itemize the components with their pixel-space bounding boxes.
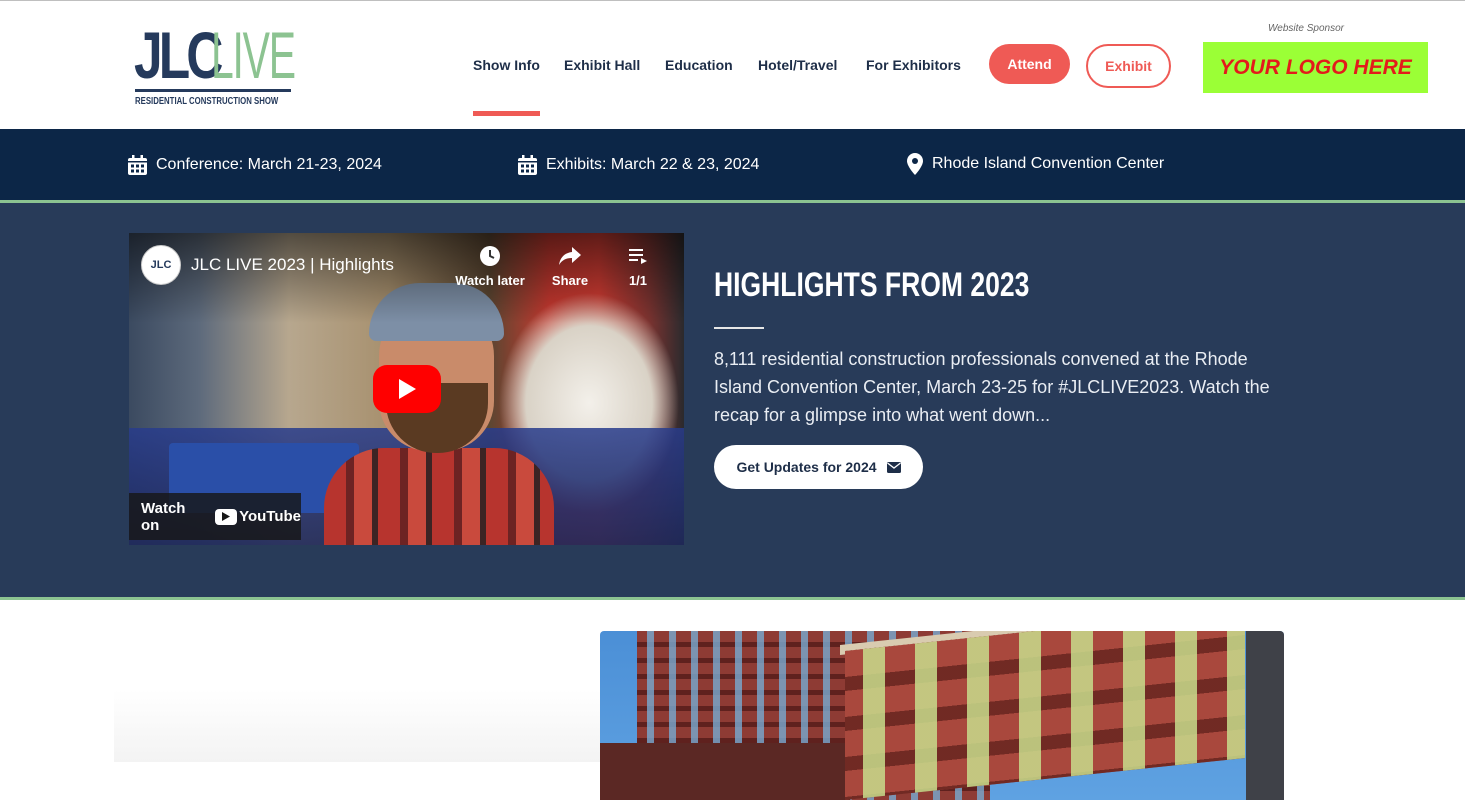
watch-later-button[interactable]: Watch later [450, 245, 530, 288]
youtube-wordmark: YouTube [215, 508, 301, 525]
logo-divider [135, 89, 291, 92]
watch-later-label: Watch later [455, 273, 525, 288]
attend-button[interactable]: Attend [989, 44, 1070, 84]
event-info-bar: Conference: March 21-23, 2024 Exhibits: … [0, 129, 1465, 200]
get-updates-button[interactable]: Get Updates for 2024 [714, 445, 923, 489]
play-icon [399, 379, 416, 399]
youtube-logo-icon [215, 508, 238, 525]
channel-avatar[interactable]: JLC [141, 245, 181, 285]
logo-jlc-text: JLC [134, 18, 223, 92]
lower-content-card [114, 762, 664, 800]
highlights-body: 8,111 residential construction professio… [714, 349, 1270, 425]
exhibit-dates: Exhibits: March 22 & 23, 2024 [518, 155, 759, 175]
conference-dates: Conference: March 21-23, 2024 [128, 155, 382, 175]
nav-for-exhibitors[interactable]: For Exhibitors [866, 57, 961, 73]
get-updates-label: Get Updates for 2024 [736, 459, 877, 475]
exhibit-dates-text: Exhibits: March 22 & 23, 2024 [546, 156, 760, 173]
play-button[interactable] [373, 365, 441, 413]
envelope-icon [886, 461, 901, 473]
calendar-icon [128, 155, 147, 175]
logo-live-text: LIVE [211, 18, 296, 92]
nav-hotel-travel[interactable]: Hotel/Travel [758, 57, 837, 73]
nav-show-info[interactable]: Show Info [473, 57, 540, 73]
calendar-icon [518, 155, 537, 175]
playlist-button[interactable]: 1/1 [598, 245, 678, 288]
exhibit-button[interactable]: Exhibit [1086, 44, 1171, 88]
clock-icon [480, 246, 500, 266]
nav-exhibit-hall[interactable]: Exhibit Hall [564, 57, 640, 73]
nav-education[interactable]: Education [665, 57, 733, 73]
hotel-photo [600, 631, 1284, 800]
watch-on-youtube-link[interactable]: Watch on YouTube [129, 493, 301, 540]
video-title[interactable]: JLC LIVE 2023 | Highlights [191, 255, 394, 275]
hotel-wing [845, 631, 1245, 800]
nav-active-indicator [473, 111, 540, 116]
jlc-live-logo[interactable]: JLC LIVE RESIDENTIAL CONSTRUCTION SHOW [134, 18, 296, 111]
logo-tagline: RESIDENTIAL CONSTRUCTION SHOW [135, 96, 279, 107]
highlights-title: HIGHLIGHTS FROM 2023 [714, 266, 1030, 304]
youtube-video-embed[interactable]: JLC JLC LIVE 2023 | Highlights Watch lat… [129, 233, 684, 545]
venue-text: Rhode Island Convention Center [932, 155, 1165, 172]
site-header: JLC LIVE RESIDENTIAL CONSTRUCTION SHOW S… [0, 0, 1465, 129]
highlights-accent-line [0, 597, 1465, 600]
share-label: Share [551, 273, 589, 288]
map-pin-icon [907, 153, 923, 175]
playlist-icon [629, 249, 647, 264]
youtube-word: YouTube [239, 508, 301, 525]
lower-card-shadow [114, 690, 604, 762]
watch-on-label: Watch on [141, 499, 186, 534]
playlist-count: 1/1 [628, 273, 648, 288]
highlights-divider [714, 327, 764, 329]
sponsor-logo[interactable]: YOUR LOGO HERE [1203, 42, 1428, 93]
venue: Rhode Island Convention Center [907, 153, 1164, 175]
share-icon [559, 247, 581, 265]
sponsor-label: Website Sponsor [1268, 23, 1344, 34]
conference-dates-text: Conference: March 21-23, 2024 [156, 156, 382, 173]
